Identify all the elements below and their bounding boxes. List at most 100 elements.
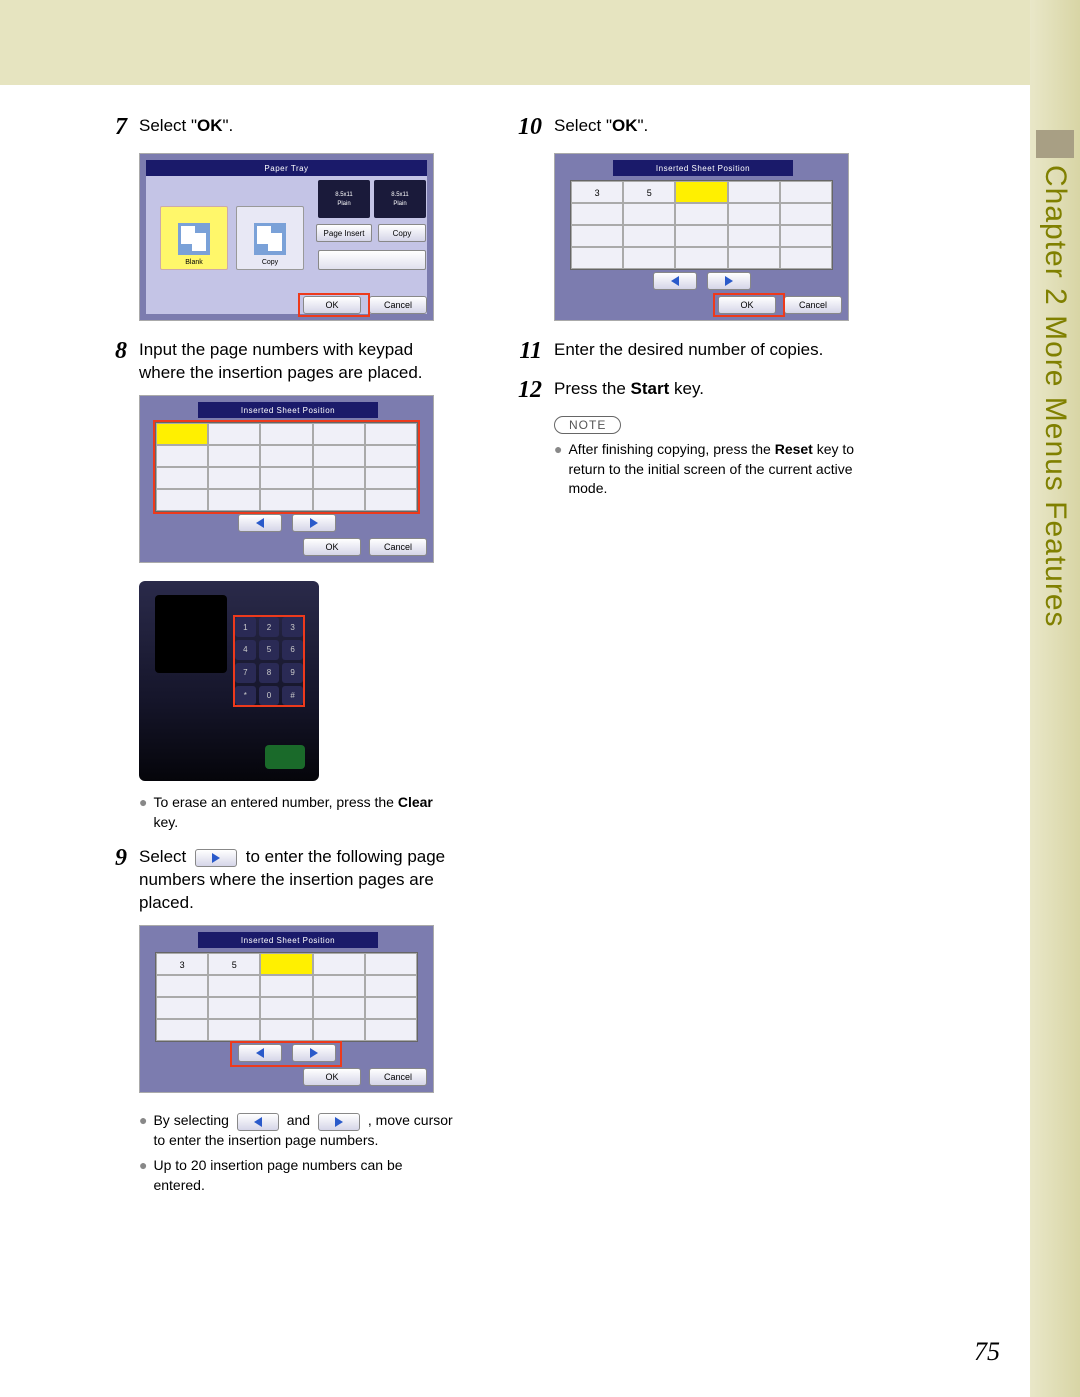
cell-active[interactable] bbox=[260, 953, 312, 975]
cell[interactable] bbox=[156, 1019, 208, 1041]
cell[interactable] bbox=[365, 975, 417, 997]
next-arrow-button[interactable] bbox=[318, 1113, 360, 1131]
cell-active[interactable] bbox=[675, 181, 727, 203]
text: key. bbox=[669, 379, 704, 398]
arrow-left-icon bbox=[671, 276, 679, 286]
cell[interactable] bbox=[728, 181, 780, 203]
cell[interactable] bbox=[208, 975, 260, 997]
arrow-right-icon bbox=[335, 1117, 343, 1127]
screen-title: Paper Tray bbox=[146, 160, 427, 176]
cell[interactable] bbox=[365, 953, 417, 975]
cell[interactable] bbox=[780, 181, 832, 203]
text-bold: OK bbox=[197, 116, 223, 135]
step-text: Input the page numbers with keypad where… bbox=[139, 339, 455, 385]
next-arrow-button[interactable] bbox=[707, 272, 751, 290]
screen-body: Blank Copy 8.5x11 Plain 8.5x11 Plain Pag… bbox=[146, 176, 427, 314]
cell[interactable] bbox=[313, 1019, 365, 1041]
step-text: Select "OK". bbox=[139, 115, 455, 143]
step-8: 8 Input the page numbers with keypad whe… bbox=[95, 339, 455, 385]
cell[interactable] bbox=[780, 203, 832, 225]
ok-cancel-row: OK Cancel bbox=[303, 1068, 427, 1086]
cell[interactable] bbox=[571, 203, 623, 225]
prev-arrow-button[interactable] bbox=[237, 1113, 279, 1131]
cell[interactable] bbox=[780, 247, 832, 269]
cell[interactable] bbox=[260, 1019, 312, 1041]
left-column: 7 Select "OK". Paper Tray Blank Copy 8.5… bbox=[95, 115, 455, 1202]
right-column: 10 Select "OK". Inserted Sheet Position … bbox=[510, 115, 870, 1202]
cell[interactable] bbox=[623, 225, 675, 247]
arrow-right-icon bbox=[310, 518, 318, 528]
arrow-right-icon bbox=[212, 853, 220, 863]
step-text: Enter the desired number of copies. bbox=[554, 339, 870, 367]
cancel-button[interactable]: Cancel bbox=[369, 538, 427, 556]
cell[interactable]: 5 bbox=[623, 181, 675, 203]
step-number: 9 bbox=[95, 842, 127, 915]
step-10: 10 Select "OK". bbox=[510, 115, 870, 143]
cell[interactable] bbox=[260, 975, 312, 997]
ok-button[interactable]: OK bbox=[303, 538, 361, 556]
page-insert-button[interactable]: Page Insert bbox=[316, 224, 372, 242]
option-label: Blank bbox=[185, 259, 203, 266]
cell[interactable] bbox=[313, 953, 365, 975]
cell[interactable] bbox=[365, 997, 417, 1019]
cell[interactable]: 3 bbox=[156, 953, 208, 975]
step-text: Select to enter the following page numbe… bbox=[139, 846, 455, 915]
prev-arrow-button[interactable] bbox=[653, 272, 697, 290]
note-item: ● Up to 20 insertion page numbers can be… bbox=[139, 1156, 455, 1195]
step-number: 11 bbox=[510, 335, 542, 367]
cell[interactable] bbox=[208, 997, 260, 1019]
cell[interactable] bbox=[623, 247, 675, 269]
ok-button[interactable]: OK bbox=[303, 1068, 361, 1086]
cancel-button[interactable]: Cancel bbox=[369, 1068, 427, 1086]
cell[interactable]: 3 bbox=[571, 181, 623, 203]
cell[interactable] bbox=[571, 247, 623, 269]
option-copy[interactable]: Copy bbox=[236, 206, 304, 270]
step-9-notes: ● By selecting and , move cursor to ente… bbox=[139, 1111, 455, 1195]
cell[interactable] bbox=[728, 203, 780, 225]
cell[interactable] bbox=[675, 225, 727, 247]
size-label: 8.5x11 bbox=[335, 192, 353, 198]
sidebar-label: Chapter 2 More Menus Features bbox=[1038, 165, 1072, 628]
cell[interactable] bbox=[313, 997, 365, 1019]
text: After finishing copying, press the bbox=[568, 441, 774, 457]
text: Select " bbox=[554, 116, 612, 135]
cell[interactable]: 5 bbox=[208, 953, 260, 975]
ok-cancel-row: OK Cancel bbox=[303, 538, 427, 556]
next-arrow-button[interactable] bbox=[292, 514, 336, 532]
cell[interactable] bbox=[156, 975, 208, 997]
screenshot-sheet-position-3: Inserted Sheet Position 3 5 OK Cancel bbox=[554, 153, 849, 321]
arrow-left-icon bbox=[256, 518, 264, 528]
cell[interactable] bbox=[313, 975, 365, 997]
cell[interactable] bbox=[156, 997, 208, 1019]
cancel-button[interactable]: Cancel bbox=[784, 296, 842, 314]
cell[interactable] bbox=[623, 203, 675, 225]
tray-info-2: 8.5x11 Plain bbox=[374, 180, 426, 218]
page-number: 75 bbox=[974, 1337, 1000, 1367]
cell[interactable] bbox=[208, 1019, 260, 1041]
cancel-button[interactable]: Cancel bbox=[369, 296, 427, 314]
next-arrow-button[interactable] bbox=[195, 849, 237, 867]
highlight-box bbox=[713, 293, 785, 317]
step-number: 12 bbox=[510, 374, 542, 406]
copy-button[interactable]: Copy bbox=[378, 224, 426, 242]
text: ". bbox=[638, 116, 649, 135]
cell[interactable] bbox=[571, 225, 623, 247]
cell[interactable] bbox=[260, 997, 312, 1019]
page-content: 7 Select "OK". Paper Tray Blank Copy 8.5… bbox=[95, 115, 875, 1202]
cell[interactable] bbox=[675, 203, 727, 225]
start-key[interactable] bbox=[265, 745, 305, 769]
cell[interactable] bbox=[675, 247, 727, 269]
cell[interactable] bbox=[780, 225, 832, 247]
cell[interactable] bbox=[728, 247, 780, 269]
cell[interactable] bbox=[728, 225, 780, 247]
prev-arrow-button[interactable] bbox=[238, 514, 282, 532]
text-bold: Start bbox=[631, 379, 670, 398]
text-bold: Reset bbox=[775, 441, 813, 457]
note-item: ● After finishing copying, press the Res… bbox=[554, 440, 870, 499]
tray-slot[interactable] bbox=[318, 250, 426, 270]
option-blank[interactable]: Blank bbox=[160, 206, 228, 270]
text: ". bbox=[223, 116, 234, 135]
arrow-row bbox=[555, 272, 848, 294]
step-number: 10 bbox=[510, 111, 542, 143]
cell[interactable] bbox=[365, 1019, 417, 1041]
